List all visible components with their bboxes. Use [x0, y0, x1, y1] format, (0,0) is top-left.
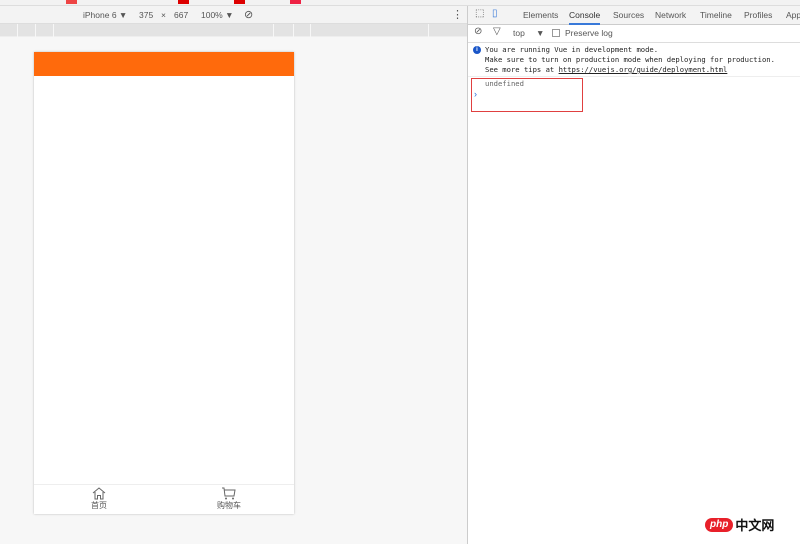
tab-timeline[interactable]: Timeline: [700, 10, 732, 20]
nav-home-label: 首页: [91, 501, 107, 510]
watermark-php: php: [705, 517, 734, 532]
app-header: [34, 52, 294, 76]
watermark-logo: php 中文网: [705, 515, 774, 534]
cart-icon: [222, 487, 236, 500]
nav-home[interactable]: 首页: [34, 485, 164, 514]
info-icon: i: [473, 46, 481, 54]
device-toolbar: iPhone 6 ▼ 375 × 667 100% ▼ ⊘ ⋮: [0, 6, 467, 24]
height-input[interactable]: 667: [174, 10, 188, 20]
devtools-tabbar: ⬚ ▯ Elements Console Sources Network Tim…: [468, 6, 800, 25]
more-menu-icon[interactable]: ⋮: [452, 8, 463, 21]
console-info-message: i You are running Vue in development mod…: [468, 43, 800, 77]
rotate-icon[interactable]: ⊘: [244, 8, 253, 21]
message-line-1: You are running Vue in development mode.: [485, 45, 659, 54]
tab-application[interactable]: Appl: [786, 10, 800, 20]
watermark-text: 中文网: [735, 518, 775, 533]
home-icon: [92, 487, 106, 500]
preserve-log-checkbox[interactable]: [552, 29, 560, 37]
tab-console[interactable]: Console: [569, 10, 601, 25]
tab-sources[interactable]: Sources: [613, 10, 644, 20]
preserve-log-label: Preserve log: [565, 28, 613, 38]
context-dropdown-icon[interactable]: ▼: [536, 28, 544, 38]
deployment-link[interactable]: https://vuejs.org/guide/deployment.html: [559, 65, 728, 74]
inspect-icon[interactable]: ⬚: [475, 8, 484, 19]
times-sign: ×: [161, 10, 166, 20]
filter-icon[interactable]: ▽: [493, 26, 501, 37]
device-name: iPhone 6: [83, 10, 117, 20]
device-emulation-pane: iPhone 6 ▼ 375 × 667 100% ▼ ⊘ ⋮ 首页 购物车: [0, 6, 467, 544]
tab-profiles[interactable]: Profiles: [744, 10, 772, 20]
console-toolbar: ⊘ ▽ top ▼ Preserve log: [468, 25, 800, 43]
nav-cart[interactable]: 购物车: [164, 485, 294, 514]
phone-viewport: 首页 购物车: [34, 52, 294, 514]
media-query-ruler[interactable]: [0, 24, 467, 37]
devtools-panel: ⬚ ▯ Elements Console Sources Network Tim…: [467, 6, 800, 544]
message-line-2: Make sure to turn on production mode whe…: [485, 55, 775, 64]
zoom-select[interactable]: 100% ▼: [201, 10, 234, 20]
zoom-value: 100%: [201, 10, 223, 20]
highlight-box: [471, 78, 583, 112]
bottom-nav: 首页 购物车: [34, 484, 294, 514]
message-line-3: See more tips at: [485, 65, 559, 74]
context-select[interactable]: top: [513, 28, 525, 38]
nav-cart-label: 购物车: [217, 501, 241, 510]
clear-console-icon[interactable]: ⊘: [474, 26, 482, 37]
device-select[interactable]: iPhone 6 ▼: [83, 10, 127, 20]
device-toggle-icon[interactable]: ▯: [492, 8, 498, 19]
tab-network[interactable]: Network: [655, 10, 686, 20]
tab-elements[interactable]: Elements: [523, 10, 558, 20]
width-input[interactable]: 375: [139, 10, 153, 20]
